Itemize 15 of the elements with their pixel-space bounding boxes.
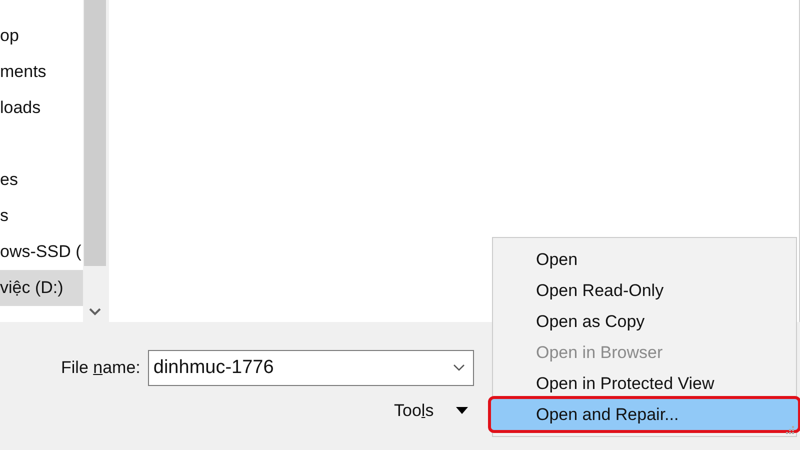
menu-item[interactable]: Open and Repair... (491, 399, 798, 430)
resize-grip-icon[interactable] (786, 426, 794, 434)
caret-down-icon (456, 407, 468, 414)
chevron-down-icon[interactable] (453, 364, 466, 372)
chevron-down-icon[interactable] (89, 308, 101, 316)
file-name-input[interactable]: dinhmuc-1776 (153, 354, 454, 382)
menu-item[interactable]: Open in Protected View (493, 368, 796, 399)
tools-button[interactable]: Tools (394, 398, 468, 424)
menu-item[interactable]: Open Read-Only (493, 275, 796, 306)
file-name-field[interactable]: dinhmuc-1776 (148, 350, 474, 386)
nav-item[interactable]: việc (D:) (0, 270, 83, 306)
scrollbar-thumb[interactable] (84, 0, 106, 266)
file-name-label: File name: (61, 357, 140, 380)
menu-item[interactable]: Open as Copy (493, 306, 796, 337)
menu-item[interactable]: Open (493, 244, 796, 275)
